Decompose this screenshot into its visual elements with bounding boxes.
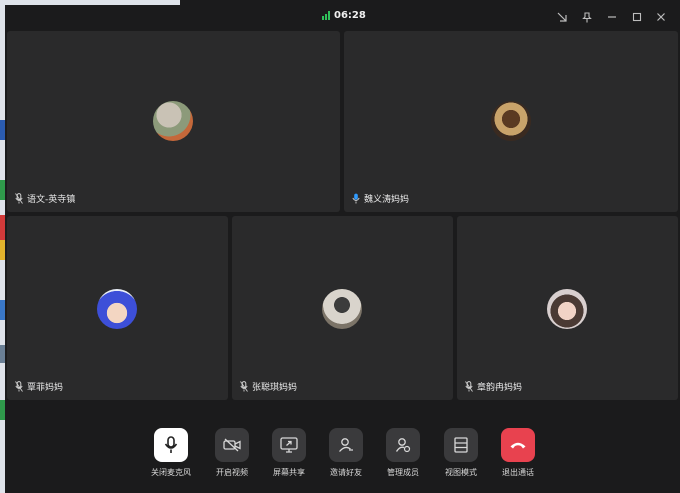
mic-muted-icon: [15, 381, 23, 392]
view-mode-button[interactable]: 视图模式: [436, 428, 486, 478]
participant-tile[interactable]: 章韵冉妈妈: [457, 216, 678, 400]
minimize-icon[interactable]: [602, 8, 622, 26]
title-bar[interactable]: 06:28: [5, 5, 680, 29]
mic-active-icon: [352, 193, 360, 204]
mic-button-label: 关闭麦克风: [151, 468, 191, 477]
manage-members-button[interactable]: 管理成员: [378, 428, 428, 478]
share-button-label: 屏幕共享: [273, 468, 305, 477]
hang-up-icon[interactable]: [501, 428, 535, 462]
view-mode-button-label: 视图模式: [445, 468, 477, 477]
participant-tile[interactable]: 语文-英寺镇: [7, 31, 340, 212]
share-screen-button[interactable]: 屏幕共享: [264, 428, 314, 478]
call-timer: 06:28: [322, 10, 366, 21]
signal-icon: [322, 11, 330, 20]
mic-muted-icon: [240, 381, 248, 392]
leave-button-label: 退出通话: [502, 468, 534, 477]
camera-button[interactable]: 开启视频: [207, 428, 257, 478]
camera-button-label: 开启视频: [216, 468, 248, 477]
participant-name: 覃菲妈妈: [27, 383, 64, 393]
avatar: [491, 101, 531, 141]
close-icon[interactable]: [651, 8, 671, 26]
collapse-icon[interactable]: [552, 8, 572, 26]
members-button-label: 管理成员: [387, 468, 419, 477]
participant-tile[interactable]: 覃菲妈妈: [7, 216, 228, 400]
add-user-icon[interactable]: [329, 428, 363, 462]
camera-off-icon[interactable]: [215, 428, 249, 462]
meeting-window: 06:28 语文-英寺镇 魏义涛妈妈 覃菲妈妈 张聪琪妈妈 章韵冉妈妈 关闭麦克…: [5, 5, 680, 493]
invite-button[interactable]: 邀请好友: [321, 428, 371, 478]
leave-call-button[interactable]: 退出通话: [493, 428, 543, 478]
participant-name: 语文-英寺镇: [27, 195, 76, 205]
members-icon[interactable]: [386, 428, 420, 462]
participant-tile[interactable]: 魏义涛妈妈: [344, 31, 678, 212]
screen-share-icon[interactable]: [272, 428, 306, 462]
participant-tile[interactable]: 张聪琪妈妈: [232, 216, 453, 400]
call-toolbar: 关闭麦克风 开启视频 屏幕共享 邀请好友 管理成员 视图模式 退出通话: [5, 410, 680, 493]
mic-button[interactable]: 关闭麦克风: [146, 428, 196, 478]
participant-name: 张聪琪妈妈: [252, 383, 298, 393]
mic-muted-icon: [15, 193, 23, 204]
microphone-icon[interactable]: [154, 428, 188, 462]
maximize-icon[interactable]: [627, 8, 647, 26]
pin-icon[interactable]: [577, 8, 597, 26]
avatar: [547, 289, 587, 329]
layout-icon[interactable]: [444, 428, 478, 462]
participant-name: 魏义涛妈妈: [364, 195, 410, 205]
avatar: [322, 289, 362, 329]
mic-muted-icon: [465, 381, 473, 392]
avatar: [97, 289, 137, 329]
call-duration: 06:28: [334, 10, 366, 21]
participant-name: 章韵冉妈妈: [477, 383, 523, 393]
invite-button-label: 邀请好友: [330, 468, 362, 477]
avatar: [153, 101, 193, 141]
